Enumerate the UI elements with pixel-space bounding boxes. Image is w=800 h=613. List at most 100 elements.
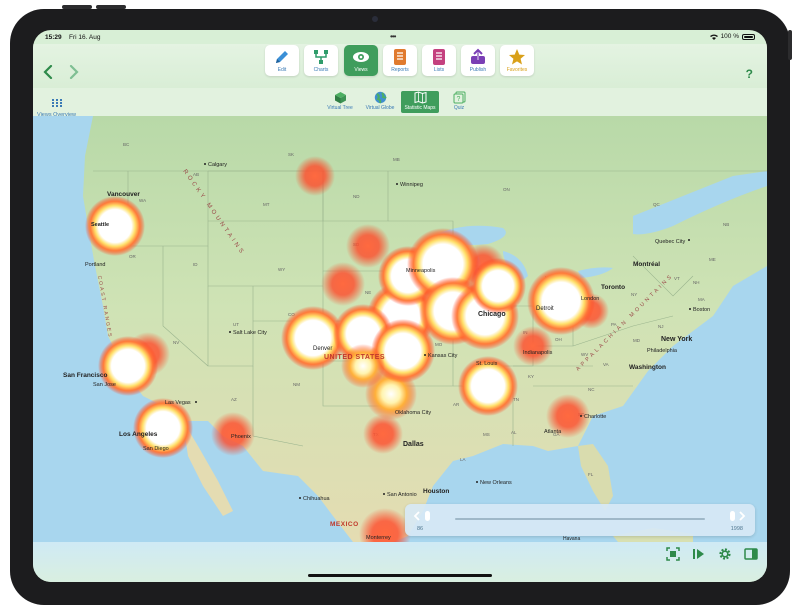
tool-views[interactable]: Views bbox=[344, 45, 378, 76]
city-label: New Orleans bbox=[480, 480, 512, 486]
city-label: Chihuahua bbox=[303, 496, 331, 502]
city-label: San Jose bbox=[93, 382, 116, 388]
timeline-start-handle[interactable] bbox=[425, 511, 430, 521]
state-code: SK bbox=[288, 152, 294, 157]
tool-label: Reports bbox=[391, 67, 409, 73]
home-indicator bbox=[308, 574, 492, 577]
state-code: KY bbox=[528, 374, 534, 379]
city-label: Dallas bbox=[403, 441, 424, 448]
state-code: AR bbox=[453, 402, 460, 407]
heat-spot bbox=[363, 414, 403, 454]
city-label: Atlanta bbox=[544, 429, 562, 435]
tool-reports[interactable]: Reports bbox=[383, 45, 417, 76]
city-label: Montréal bbox=[633, 261, 660, 268]
chevron-right-icon bbox=[739, 511, 746, 521]
play-step-icon bbox=[693, 549, 704, 559]
statistic-map[interactable]: ROCKY MOUNTAINS APPALACHIAN MOUNTAINS CO… bbox=[33, 116, 767, 542]
state-code: ME bbox=[709, 257, 716, 262]
subitem-virtual-globe[interactable]: Virtual Globe bbox=[361, 91, 399, 113]
state-code: ID bbox=[193, 262, 198, 267]
back-button[interactable] bbox=[43, 64, 53, 82]
heat-spot bbox=[295, 156, 335, 196]
city-label: New York bbox=[661, 336, 692, 343]
tool-publish[interactable]: Publish bbox=[461, 45, 495, 76]
battery-icon bbox=[742, 33, 755, 40]
tool-label: Favorites bbox=[506, 67, 528, 73]
city-label: San Francisco bbox=[63, 372, 107, 379]
city-label: Detroit bbox=[536, 306, 554, 312]
country-label-united-states: UNITED STATES bbox=[324, 354, 385, 361]
state-code: MA bbox=[698, 297, 705, 302]
state-code: ON bbox=[503, 187, 510, 192]
volume-button bbox=[62, 5, 92, 9]
fit-screen-button[interactable] bbox=[666, 547, 680, 561]
tool-favorites[interactable]: Favorites bbox=[500, 45, 534, 76]
quiz-icon: ? bbox=[453, 91, 465, 104]
state-code: NE bbox=[365, 290, 371, 295]
timeline-back-button[interactable] bbox=[413, 511, 421, 524]
tool-lists[interactable]: Lists bbox=[422, 45, 456, 76]
city-label: Vancouver bbox=[107, 191, 140, 198]
city-label: San Diego bbox=[143, 446, 169, 452]
city-label: Portland bbox=[85, 262, 106, 268]
state-code: MS bbox=[483, 432, 490, 437]
globe-icon bbox=[374, 91, 387, 104]
city-label: Kansas City bbox=[428, 353, 458, 359]
forward-button[interactable] bbox=[69, 64, 79, 82]
city-label: Minneapolis bbox=[406, 268, 436, 274]
heat-spot bbox=[470, 258, 526, 314]
city-label: Charlotte bbox=[584, 414, 606, 420]
city-label: Calgary bbox=[208, 162, 227, 168]
eye-icon bbox=[353, 52, 369, 62]
subitem-virtual-tree[interactable]: Virtual Tree bbox=[323, 91, 357, 113]
state-code: OR bbox=[129, 254, 137, 259]
state-code: LA bbox=[460, 457, 466, 462]
timeline-end-label: 1998 bbox=[730, 526, 743, 532]
timeline-start-label: 86 bbox=[417, 526, 424, 532]
state-code: BC bbox=[123, 142, 130, 147]
views-overview-button[interactable]: Views Overview bbox=[37, 94, 76, 118]
app-screen: 15:29 Fri 16. Aug ••• 100 % Edit Charts … bbox=[33, 30, 767, 582]
volume-button bbox=[96, 5, 126, 9]
city-label: Philadelphia bbox=[647, 348, 678, 354]
fit-screen-icon bbox=[666, 547, 680, 561]
settings-button[interactable] bbox=[718, 547, 732, 561]
state-code: MD bbox=[633, 338, 641, 343]
state-code: WV bbox=[581, 352, 588, 357]
state-code: NB bbox=[723, 222, 729, 227]
subitem-quiz[interactable]: ? Quiz bbox=[448, 91, 470, 113]
timeline-end-handle[interactable] bbox=[730, 511, 735, 521]
tree-chart-icon bbox=[314, 50, 328, 64]
battery-status: 100 % bbox=[709, 33, 755, 40]
battery-percent: 100 % bbox=[720, 33, 739, 40]
city-label: Washington bbox=[629, 364, 666, 371]
subitem-statistic-maps[interactable]: Statistic Maps bbox=[401, 91, 439, 113]
play-button[interactable] bbox=[692, 547, 706, 561]
state-code: AZ bbox=[231, 397, 237, 402]
tool-edit[interactable]: Edit bbox=[265, 45, 299, 76]
tool-label: Lists bbox=[433, 67, 445, 73]
multitask-dots[interactable]: ••• bbox=[390, 32, 396, 41]
chevron-right-icon bbox=[69, 64, 79, 80]
state-code: VA bbox=[603, 362, 609, 367]
city-label: Salt Lake City bbox=[233, 330, 267, 336]
state-code: NM bbox=[293, 382, 300, 387]
tool-charts[interactable]: Charts bbox=[304, 45, 338, 76]
sidebar-toggle-button[interactable] bbox=[744, 547, 758, 561]
timeline-forward-button[interactable] bbox=[738, 511, 746, 524]
timeline-track[interactable] bbox=[455, 518, 705, 520]
help-button[interactable]: ? bbox=[746, 67, 753, 81]
city-label: London bbox=[581, 296, 599, 302]
svg-text:?: ? bbox=[456, 96, 460, 103]
state-code: MB bbox=[393, 157, 400, 162]
state-code: AB bbox=[193, 172, 199, 177]
city-label: Oklahoma City bbox=[395, 410, 431, 416]
sidebar-icon bbox=[744, 548, 758, 560]
cube-icon bbox=[334, 92, 346, 104]
country-label-mexico: MEXICO bbox=[330, 521, 359, 528]
wifi-icon bbox=[709, 34, 718, 40]
power-button bbox=[788, 30, 792, 60]
timeline-slider[interactable]: 86 1998 bbox=[405, 504, 755, 536]
chevron-left-icon bbox=[43, 64, 53, 80]
subitem-label: Statistic Maps bbox=[404, 105, 436, 111]
